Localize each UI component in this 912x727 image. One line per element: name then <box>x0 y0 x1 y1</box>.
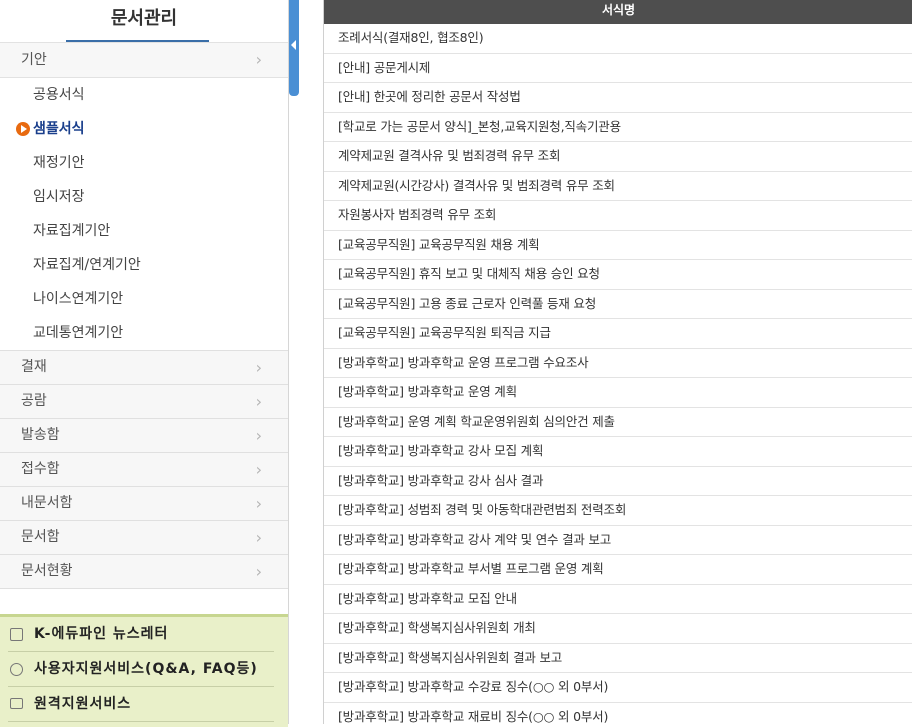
sidebar-subitem[interactable]: 교데통연계기안 <box>0 316 288 350</box>
form-row[interactable]: [교육공무직원] 교육공무직원 채용 계획 <box>324 231 912 260</box>
form-row[interactable]: 자원봉사자 범죄경력 유무 조회 <box>324 201 912 231</box>
service-link-label: 사용자지원서비스(Q&A, FAQ등) <box>34 661 258 677</box>
chevron-right-icon: › <box>255 426 262 445</box>
form-row[interactable]: [방과후학교] 방과후학교 모집 안내 <box>324 585 912 614</box>
chevron-right-icon: › <box>255 460 262 479</box>
form-row[interactable]: [방과후학교] 방과후학교 강사 모집 계획 <box>324 437 912 467</box>
chat-icon <box>10 663 23 676</box>
service-link-label: 원격지원서비스 <box>34 696 132 712</box>
form-row[interactable]: [방과후학교] 방과후학교 재료비 징수(○○ 외 0부서) <box>324 703 912 725</box>
service-link-label: K-에듀파인 뉴스레터 <box>34 626 169 642</box>
sidebar-subitem-label: 재정기안 <box>33 155 85 171</box>
form-row[interactable]: [방과후학교] 방과후학교 부서별 프로그램 운영 계획 <box>324 555 912 585</box>
form-row[interactable]: 계약제교원 결격사유 및 범죄경력 유무 조회 <box>324 142 912 172</box>
monitor-icon <box>10 698 23 709</box>
chevron-right-icon: › <box>255 392 262 411</box>
sidebar-subitem[interactable]: 나이스연계기안 <box>0 282 288 316</box>
sidebar-subitem-label: 샘플서식 <box>33 121 85 137</box>
form-row[interactable]: [방과후학교] 운영 계획 학교운영위원회 심의안건 제출 <box>324 408 912 437</box>
sidebar-subitem-label: 임시저장 <box>33 189 85 205</box>
sidebar-subitem-label: 나이스연계기안 <box>33 291 124 307</box>
form-row[interactable]: [방과후학교] 학생복지심사위원회 개최 <box>324 614 912 644</box>
sidebar-subitem-label: 공용서식 <box>33 87 85 103</box>
chevron-right-icon: › <box>255 562 262 581</box>
sidebar-title: 문서관리 <box>0 0 288 42</box>
form-row[interactable]: [방과후학교] 방과후학교 운영 프로그램 수요조사 <box>324 349 912 378</box>
sidebar-menu-item[interactable]: 공람 › <box>0 385 288 419</box>
sidebar-subitem[interactable]: 공용서식 <box>0 78 288 112</box>
form-row[interactable]: [교육공무직원] 휴직 보고 및 대체직 채용 승인 요청 <box>324 260 912 290</box>
sidebar-menu-item-label: 문서함 <box>21 529 60 545</box>
sidebar-menu-item[interactable]: 내문서함 › <box>0 487 288 521</box>
column-header-form-name[interactable]: 서식명 <box>324 0 912 24</box>
sidebar-subitem[interactable]: 재정기안 <box>0 146 288 180</box>
sidebar-subitem[interactable]: 샘플서식 <box>0 112 288 146</box>
sidebar-menu-item-label: 문서현황 <box>21 563 73 579</box>
service-link[interactable]: 사용자지원서비스(Q&A, FAQ등) <box>8 652 274 687</box>
sidebar-menu-item[interactable]: 문서현황 › <box>0 555 288 589</box>
sidebar-menu-item[interactable]: 결재 › <box>0 350 288 385</box>
form-row[interactable]: [방과후학교] 방과후학교 강사 심사 결과 <box>324 467 912 496</box>
sidebar-subitem-label: 교데통연계기안 <box>33 325 124 341</box>
form-row[interactable]: [방과후학교] 성범죄 경력 및 아동학대관련범죄 전력조회 <box>324 496 912 526</box>
sidebar: 문서관리 기안 › 공용서식샘플서식재정기안임시저장자료집계기안자료집계/연계기… <box>0 0 289 727</box>
draft-submenu: 공용서식샘플서식재정기안임시저장자료집계기안자료집계/연계기안나이스연계기안교데… <box>0 78 288 350</box>
service-link[interactable]: K-에듀파인 뉴스레터 <box>8 617 274 652</box>
sidebar-subitem[interactable]: 임시저장 <box>0 180 288 214</box>
sidebar-menu-item-label: 접수함 <box>21 461 60 477</box>
form-list: 조례서식(결재8인, 협조8인) [안내] 공문게시제 [안내] 한곳에 정리한 공… <box>324 24 912 724</box>
sidebar-menu-item[interactable]: 문서함 › <box>0 521 288 555</box>
gutter <box>299 0 323 724</box>
sidebar-subitem[interactable]: 자료집계기안 <box>0 214 288 248</box>
sidebar-subitem-label: 자료집계기안 <box>33 223 111 239</box>
newsletter-icon <box>10 628 23 641</box>
form-row[interactable]: [방과후학교] 방과후학교 운영 계획 <box>324 378 912 408</box>
sidebar-title-text: 문서관리 <box>110 8 178 29</box>
chevron-right-icon: › <box>255 358 262 377</box>
form-row[interactable]: 조례서식(결재8인, 협조8인) <box>324 24 912 54</box>
menu-group-draft-label: 기안 <box>21 52 47 68</box>
menu-group-draft[interactable]: 기안 › <box>0 42 288 78</box>
sidebar-menu-item-label: 내문서함 <box>21 495 73 511</box>
form-row[interactable]: [교육공무직원] 고용 종료 근로자 인력풀 등재 요청 <box>324 290 912 319</box>
form-row[interactable]: [안내] 한곳에 정리한 공문서 작성법 <box>324 83 912 113</box>
sidebar-menu-item-label: 공람 <box>21 393 47 409</box>
sidebar-subitem-label: 자료집계/연계기안 <box>33 257 141 273</box>
sidebar-menu-item[interactable]: 접수함 › <box>0 453 288 487</box>
form-row[interactable]: [교육공무직원] 교육공무직원 퇴직금 지급 <box>324 319 912 349</box>
form-list-panel: 서식명 조례서식(결재8인, 협조8인) [안내] 공문게시제 [안내] 한곳에 정… <box>323 0 912 724</box>
form-row[interactable]: [안내] 공문게시제 <box>324 54 912 83</box>
form-row[interactable]: [학교로 가는 공문서 양식]_본청,교육지원청,직속기관용 <box>324 113 912 142</box>
sidebar-collapse-button[interactable] <box>289 0 299 96</box>
service-links: K-에듀파인 뉴스레터사용자지원서비스(Q&A, FAQ등) 원격지원서비스 <box>0 614 288 727</box>
form-row[interactable]: [방과후학교] 방과후학교 수강료 징수(○○ 외 0부서) <box>324 673 912 703</box>
chevron-right-icon: › <box>255 528 262 547</box>
form-row[interactable]: 계약제교원(시간강사) 결격사유 및 범죄경력 유무 조회 <box>324 172 912 201</box>
sidebar-menu-item[interactable]: 발송함 › <box>0 419 288 453</box>
chevron-right-icon: › <box>255 494 262 513</box>
sidebar-subitem[interactable]: 자료집계/연계기안 <box>0 248 288 282</box>
play-circle-icon <box>16 122 30 136</box>
sidebar-menu-item-label: 발송함 <box>21 427 60 443</box>
service-link[interactable]: 원격지원서비스 <box>8 687 274 722</box>
form-row[interactable]: [방과후학교] 방과후학교 강사 계약 및 연수 결과 보고 <box>324 526 912 555</box>
chevron-right-icon: › <box>255 50 262 69</box>
sidebar-menu-item-label: 결재 <box>21 359 47 375</box>
main-menu: 결재 › 공람 › 발송함 › 접수함 › 내문서함 › 문서함 › 문서현황 › <box>0 350 288 589</box>
form-row[interactable]: [방과후학교] 학생복지심사위원회 결과 보고 <box>324 644 912 673</box>
